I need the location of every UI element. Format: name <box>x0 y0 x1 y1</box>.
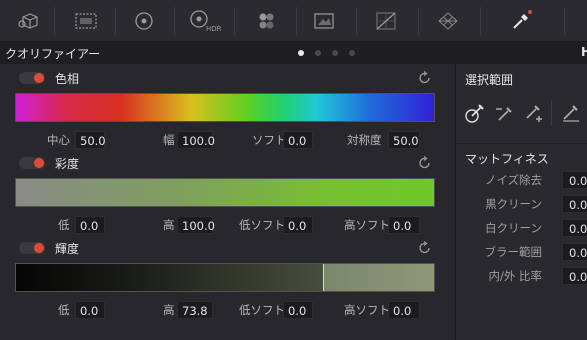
saturation-reset-icon[interactable] <box>418 156 432 170</box>
luminance-label: 輝度 <box>55 241 80 256</box>
selection-panel: 選択範囲 マットフィネス ノイズ除去 0.0 黒クリーン 0.0 白クリーン 0… <box>455 64 587 340</box>
toolbar-divider <box>480 7 481 35</box>
hdr-label: HDR <box>206 25 221 33</box>
picker-plus-icon[interactable] <box>520 100 546 126</box>
denoise-field[interactable]: 0.0 <box>562 171 587 189</box>
hue-reset-icon[interactable] <box>418 71 432 85</box>
page-dot-2[interactable] <box>315 50 321 56</box>
page-title: クオリファイアー <box>5 47 101 61</box>
motion-effects-icon[interactable] <box>300 0 348 42</box>
luminance-high-field[interactable]: 73.8 <box>177 301 213 319</box>
white-clean-label: 白クリーン <box>485 221 542 235</box>
in-out-ratio-field[interactable]: 0.0 <box>562 267 587 285</box>
black-clean-label: 黒クリーン <box>485 197 542 211</box>
section-divider <box>456 143 587 144</box>
hue-range-bar[interactable] <box>15 93 435 122</box>
saturation-high-label: 高 <box>163 218 175 232</box>
selection-title: 選択範囲 <box>465 73 514 87</box>
page-dot-3[interactable] <box>332 50 338 56</box>
hue-center-label: 中心 <box>47 133 70 147</box>
toolbar-divider <box>234 7 235 35</box>
luminance-header: 輝度 <box>19 240 79 256</box>
hue-width-field[interactable]: 100.0 <box>177 131 215 149</box>
luminance-range-bar[interactable] <box>15 263 435 292</box>
hue-header: 色相 <box>19 70 79 86</box>
toolbar-divider <box>115 7 116 35</box>
white-clean-field[interactable]: 0.0 <box>562 219 587 237</box>
hue-width-label: 幅 <box>163 133 175 147</box>
toolbar-divider <box>564 7 565 35</box>
feather-picker-icon[interactable] <box>558 100 584 126</box>
hue-center-field[interactable]: 50.0 <box>75 131 106 149</box>
blur-radius-label: ブラー範囲 <box>484 245 543 259</box>
blur-radius-field[interactable]: 0.0 <box>562 243 587 261</box>
luminance-selected-range[interactable] <box>16 264 324 291</box>
qualifier-icon[interactable] <box>497 0 545 42</box>
luminance-low-soft-label: 低ソフト <box>239 303 285 317</box>
hue-label: 色相 <box>55 71 80 86</box>
toolbar-divider <box>174 7 175 35</box>
hue-toggle[interactable] <box>19 72 45 84</box>
saturation-high-soft-field[interactable]: 0.0 <box>388 216 420 234</box>
saturation-low-soft-field[interactable]: 0.0 <box>283 216 313 234</box>
hue-soft-field[interactable]: 0.0 <box>283 131 313 149</box>
toolbar-divider <box>54 7 55 35</box>
curves-icon[interactable] <box>362 0 410 42</box>
hue-symmetry-label: 対称度 <box>347 133 382 147</box>
saturation-low-label: 低 <box>58 218 70 232</box>
toolbar-divider <box>296 7 297 35</box>
palette-title-bar: クオリファイアー H <box>0 42 587 64</box>
saturation-low-soft-label: 低ソフト <box>239 218 285 232</box>
luminance-low-soft-field[interactable]: 0.0 <box>283 301 313 319</box>
luminance-low-label: 低 <box>58 303 70 317</box>
hdr-icon[interactable]: HDR <box>180 0 228 42</box>
qualifier-panel: 色相 中心 50.0 幅 100.0 ソフト 0.0 対称度 50.0 彩度 低… <box>0 64 452 340</box>
matte-finesse-title: マットフィネス <box>465 152 549 166</box>
hue-symmetry-field[interactable]: 50.0 <box>388 131 420 149</box>
saturation-low-field[interactable]: 0.0 <box>75 216 105 234</box>
picker-icon[interactable] <box>462 100 488 126</box>
luminance-high-soft-label: 高ソフト <box>344 303 390 317</box>
in-out-ratio-label: 内/外 比率 <box>488 269 542 283</box>
camera-raw-icon[interactable] <box>8 0 50 42</box>
luminance-reset-icon[interactable] <box>418 241 432 255</box>
rgb-mixer-icon[interactable] <box>242 0 290 42</box>
picker-minus-icon[interactable] <box>492 100 518 126</box>
luminance-high-label: 高 <box>163 303 175 317</box>
page-dot-4[interactable] <box>349 50 355 56</box>
saturation-high-soft-label: 高ソフト <box>344 218 390 232</box>
saturation-toggle[interactable] <box>19 157 45 169</box>
toolbar-divider <box>356 7 357 35</box>
picker-divider <box>551 100 552 126</box>
denoise-label: ノイズ除去 <box>484 173 542 187</box>
palette-toolbar: HDR <box>0 0 587 42</box>
luminance-toggle[interactable] <box>19 242 45 254</box>
color-warper-icon[interactable] <box>424 0 472 42</box>
color-match-icon[interactable] <box>62 0 110 42</box>
saturation-header: 彩度 <box>19 155 79 171</box>
luminance-low-field[interactable]: 0.0 <box>75 301 105 319</box>
saturation-label: 彩度 <box>55 156 80 171</box>
black-clean-field[interactable]: 0.0 <box>562 195 587 213</box>
right-panel-title: H <box>581 45 587 59</box>
hue-soft-label: ソフト <box>252 133 287 147</box>
saturation-range-bar[interactable] <box>15 178 435 207</box>
luminance-high-soft-field[interactable]: 0.0 <box>388 301 420 319</box>
primaries-icon[interactable] <box>120 0 168 42</box>
page-dot-1[interactable] <box>298 50 304 56</box>
saturation-high-field[interactable]: 100.0 <box>177 216 215 234</box>
page-indicator <box>298 50 355 56</box>
toolbar-divider <box>418 7 419 35</box>
